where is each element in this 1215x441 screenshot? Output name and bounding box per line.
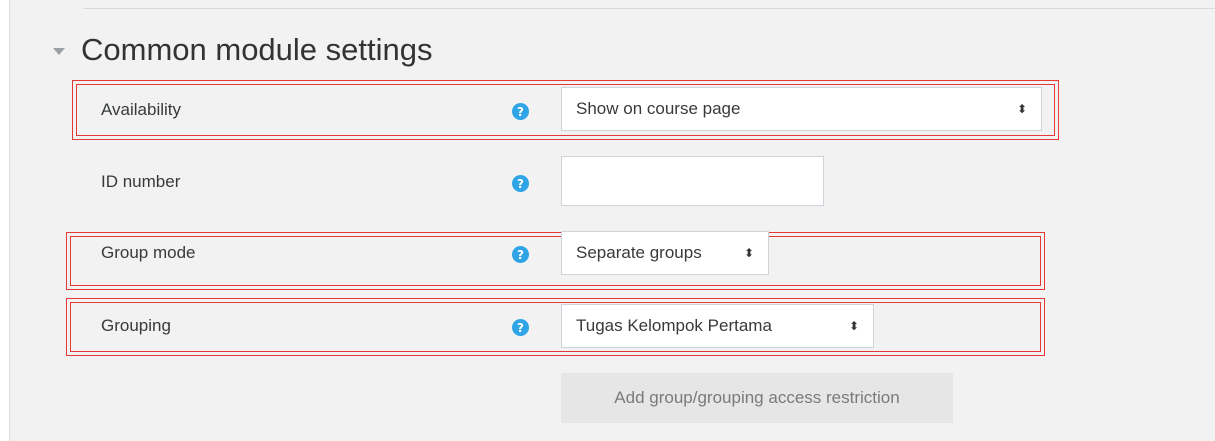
grouping-label: Grouping <box>101 316 171 335</box>
grouping-select[interactable]: Tugas Kelompok Pertama ⬍ <box>561 304 874 348</box>
add-access-restriction-button[interactable]: Add group/grouping access restriction <box>561 373 953 423</box>
section-title: Common module settings <box>81 32 433 67</box>
help-icon[interactable]: ? <box>512 319 529 336</box>
help-icon[interactable]: ? <box>512 103 529 120</box>
section-header[interactable]: Common module settings <box>53 30 433 70</box>
id-number-input[interactable] <box>561 156 824 206</box>
divider <box>83 8 1215 9</box>
help-icon[interactable]: ? <box>512 246 529 263</box>
availability-label: Availability <box>101 100 182 119</box>
help-icon[interactable]: ? <box>512 175 529 192</box>
highlight-box-grouping <box>66 298 1045 356</box>
select-caret-icon: ⬍ <box>743 246 754 260</box>
grouping-select-value: Tugas Kelompok Pertama <box>576 316 772 335</box>
select-caret-icon: ⬍ <box>848 319 859 333</box>
availability-select-value: Show on course page <box>576 99 741 118</box>
highlight-box-group-mode <box>66 232 1045 290</box>
select-caret-icon: ⬍ <box>1016 102 1027 116</box>
availability-select[interactable]: Show on course page ⬍ <box>561 87 1042 131</box>
group-mode-select-value: Separate groups <box>576 243 702 262</box>
group-mode-label: Group mode <box>101 243 196 262</box>
collapse-triangle-icon[interactable] <box>53 47 65 55</box>
group-mode-select[interactable]: Separate groups ⬍ <box>561 231 769 275</box>
id-number-label: ID number <box>101 172 181 191</box>
